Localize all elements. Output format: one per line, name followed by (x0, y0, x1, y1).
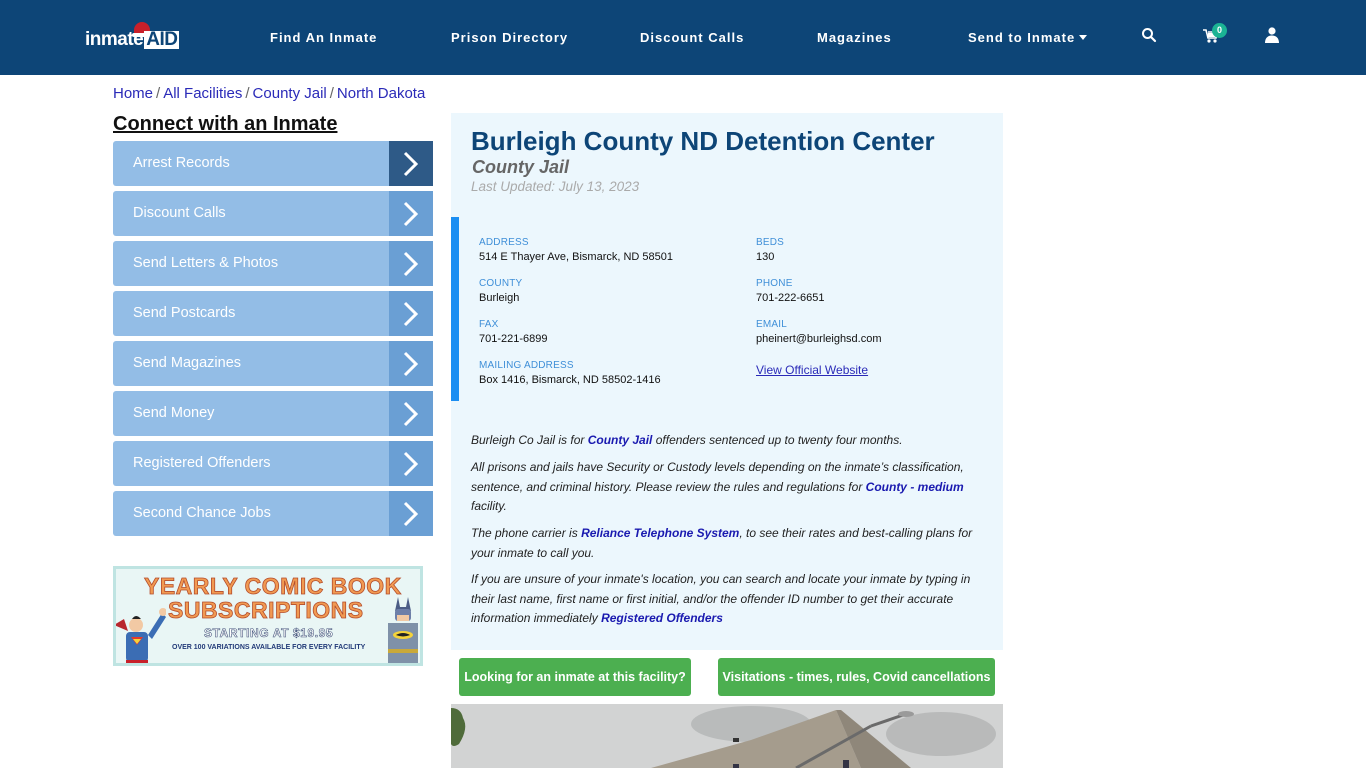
sidebar-item-label: Discount Calls (133, 205, 226, 221)
description-paragraph-4: If you are unsure of your inmate's locat… (471, 570, 981, 629)
phone-label: PHONE (756, 278, 793, 289)
fax-value: 701-221-6899 (479, 333, 548, 345)
ad-price: STARTING AT $19.95 (204, 626, 334, 641)
info-accent-bar (451, 217, 459, 401)
comic-subscription-ad-banner[interactable]: YEARLY COMIC BOOK SUBSCRIPTIONS STARTING… (113, 566, 423, 666)
breadcrumb-all-facilities[interactable]: All Facilities (163, 85, 242, 102)
chevron-right-icon (389, 191, 433, 236)
registered-offenders-link[interactable]: Registered Offenders (601, 611, 723, 625)
sidebar-item-arrest-records[interactable]: Arrest Records (113, 141, 433, 186)
chevron-right-icon (389, 391, 433, 436)
address-label: ADDRESS (479, 237, 529, 248)
chevron-right-icon (389, 241, 433, 286)
ad-headline-1: YEARLY COMIC BOOK (144, 573, 402, 600)
breadcrumb: Home / All Facilities / County Jail / North Da… (113, 85, 425, 102)
sidebar-item-discount-calls[interactable]: Discount Calls (113, 191, 433, 236)
caret-down-icon (1079, 35, 1088, 41)
sidebar-item-send-magazines[interactable]: Send Magazines (113, 341, 433, 386)
batman-illustration-icon (384, 597, 420, 663)
text: Burleigh Co Jail is for (471, 433, 588, 447)
text: offenders sentenced up to twenty four mo… (652, 433, 903, 447)
logo-aid: AID (144, 29, 180, 50)
sidebar-item-send-letters-photos[interactable]: Send Letters & Photos (113, 241, 433, 286)
fax-label: FAX (479, 319, 499, 330)
email-value: pheinert@burleighsd.com (756, 333, 882, 345)
ad-headline-2: SUBSCRIPTIONS (168, 597, 364, 624)
chevron-right-icon (389, 141, 433, 186)
text: facility. (471, 499, 507, 513)
facility-title: Burleigh County ND Detention Center (471, 126, 935, 156)
phone-carrier-link[interactable]: Reliance Telephone System (581, 526, 739, 540)
mailing-address-label: MAILING ADDRESS (479, 360, 574, 371)
beds-value: 130 (756, 251, 775, 263)
sidebar-item-label: Second Chance Jobs (133, 505, 271, 521)
user-icon[interactable] (1265, 27, 1283, 45)
email-label: EMAIL (756, 319, 788, 330)
mailing-address-value: Box 1416, Bismarck, ND 58502-1416 (479, 374, 661, 386)
county-value: Burleigh (479, 292, 520, 304)
nav-send-to-inmate[interactable]: Send to Inmate (968, 30, 1088, 46)
sidebar-item-label: Send Magazines (133, 355, 242, 371)
security-level-link[interactable]: County - medium (866, 480, 964, 494)
ad-subtext: OVER 100 VARIATIONS AVAILABLE FOR EVERY … (172, 644, 366, 651)
search-icon[interactable] (1141, 27, 1159, 45)
county-jail-link[interactable]: County Jail (588, 433, 653, 447)
text: The phone carrier is (471, 526, 582, 540)
breadcrumb-home[interactable]: Home (113, 85, 153, 102)
county-label: COUNTY (479, 278, 523, 289)
official-website-link[interactable]: View Official Website (756, 363, 868, 377)
sidebar-item-send-postcards[interactable]: Send Postcards (113, 291, 433, 336)
sidebar-item-second-chance-jobs[interactable]: Second Chance Jobs (113, 491, 433, 536)
nav-magazines[interactable]: Magazines (817, 30, 892, 46)
description-paragraph-3: The phone carrier is Reliance Telephone … (471, 524, 981, 563)
nav-discount-calls[interactable]: Discount Calls (640, 30, 744, 46)
sidebar-item-send-money[interactable]: Send Money (113, 391, 433, 436)
logo-text: inmate (85, 29, 144, 50)
find-inmate-at-facility-button[interactable]: Looking for an inmate at this facility? (459, 658, 691, 696)
facility-type: County Jail (472, 157, 570, 177)
description-paragraph-2: All prisons and jails have Security or C… (471, 458, 981, 517)
chevron-right-icon (389, 491, 433, 536)
sidebar-item-label: Arrest Records (133, 155, 230, 171)
last-updated: Last Updated: July 13, 2023 (471, 179, 640, 194)
cart-count-badge: 0 (1212, 23, 1227, 38)
top-navbar: inmate AID Find An Inmate Prison Director… (0, 0, 1366, 75)
inmateaid-logo[interactable]: inmate AID (85, 22, 180, 54)
sidebar-item-registered-offenders[interactable]: Registered Offenders (113, 441, 433, 486)
sidebar-item-label: Send Postcards (133, 305, 236, 321)
sidebar-item-label: Send Money (133, 405, 215, 421)
nav-find-an-inmate[interactable]: Find An Inmate (270, 30, 377, 46)
nav-prison-directory[interactable]: Prison Directory (451, 30, 568, 46)
breadcrumb-separator: / (329, 85, 334, 102)
superhero-illustration-icon (116, 605, 167, 663)
beds-label: BEDS (756, 237, 785, 248)
breadcrumb-north-dakota[interactable]: North Dakota (337, 85, 425, 102)
breadcrumb-separator: / (245, 85, 250, 102)
chevron-right-icon (389, 291, 433, 336)
description-paragraph-1: Burleigh Co Jail is for County Jail offe… (471, 431, 981, 451)
sidebar-item-label: Send Letters & Photos (133, 255, 279, 271)
address-value: 514 E Thayer Ave, Bismarck, ND 58501 (479, 251, 674, 263)
chevron-right-icon (389, 341, 433, 386)
breadcrumb-separator: / (156, 85, 161, 102)
facility-photo (451, 704, 1003, 768)
phone-value: 701-222-6651 (756, 292, 825, 304)
chevron-right-icon (389, 441, 433, 486)
nav-send-to-inmate-label: Send to Inmate (968, 30, 1076, 45)
sidebar-title: Connect with an Inmate (113, 113, 338, 135)
sidebar-item-label: Registered Offenders (133, 455, 271, 471)
breadcrumb-county-jail[interactable]: County Jail (253, 85, 327, 102)
visitations-button[interactable]: Visitations - times, rules, Covid cancel… (718, 658, 995, 696)
